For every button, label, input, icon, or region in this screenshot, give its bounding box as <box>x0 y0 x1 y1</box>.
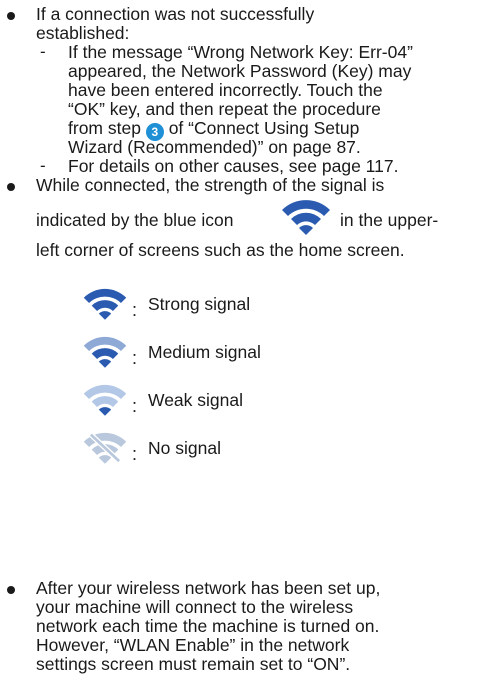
wifi-weak-icon <box>83 384 127 416</box>
sub-item-text: “OK” key, and then repeat the procedure <box>68 99 381 119</box>
legend-colon: : <box>132 348 138 368</box>
wifi-medium-icon <box>83 336 127 368</box>
bullet-2-text: in the upper- <box>340 210 439 230</box>
dash: - <box>40 42 46 61</box>
bullet-1-text: If a connection was not successfully <box>36 4 315 24</box>
legend-colon: : <box>132 396 138 416</box>
bullet-3-text: After your wireless network has been set… <box>36 578 381 598</box>
bullet-2-text: While connected, the strength of the sig… <box>36 175 385 195</box>
sub-item-text: If the message “Wrong Network Key: Err-0… <box>68 42 413 62</box>
bullet-2-text: indicated by the blue icon <box>36 210 234 230</box>
bullet-3-text: network each time the machine is turned … <box>36 616 380 636</box>
sub-item-text: Wizard (Recommended)” on page 87. <box>68 137 361 157</box>
sub-item-text: appeared, the Network Password (Key) may <box>68 61 412 81</box>
legend-colon: : <box>132 444 138 464</box>
legend-label-medium: Medium signal <box>148 342 261 362</box>
legend-label-none: No signal <box>148 438 221 458</box>
manual-page: If a connection was not successfully est… <box>0 0 491 688</box>
bullet-3-text: However, “WLAN Enable” in the network <box>36 635 350 655</box>
legend-label-strong: Strong signal <box>148 294 251 314</box>
bullet-3-text: settings screen must remain set to “ON”. <box>36 654 351 674</box>
bullet-3-text: your machine will connect to the wireles… <box>36 597 354 617</box>
bullet-1-text: established: <box>36 23 130 43</box>
bullet-2-text: left corner of screens such as the home … <box>36 240 405 260</box>
legend-label-weak: Weak signal <box>148 390 244 410</box>
sub-item-text: For details on other causes, see page 11… <box>68 156 399 176</box>
wifi-icon <box>282 200 330 235</box>
sub-item-text: have been entered incorrectly. Touch the <box>68 80 383 100</box>
bullet-dot <box>7 183 15 191</box>
bullet-dot <box>7 12 15 20</box>
sub-item-text-post: of “Connect Using Setup <box>168 118 360 138</box>
legend-colon: : <box>132 300 138 320</box>
sub-item-text-pre: from step <box>68 118 141 138</box>
dash: - <box>40 156 46 175</box>
wifi-strong-icon <box>83 288 127 320</box>
bullet-dot <box>7 586 15 594</box>
wifi-none-icon <box>83 432 127 464</box>
